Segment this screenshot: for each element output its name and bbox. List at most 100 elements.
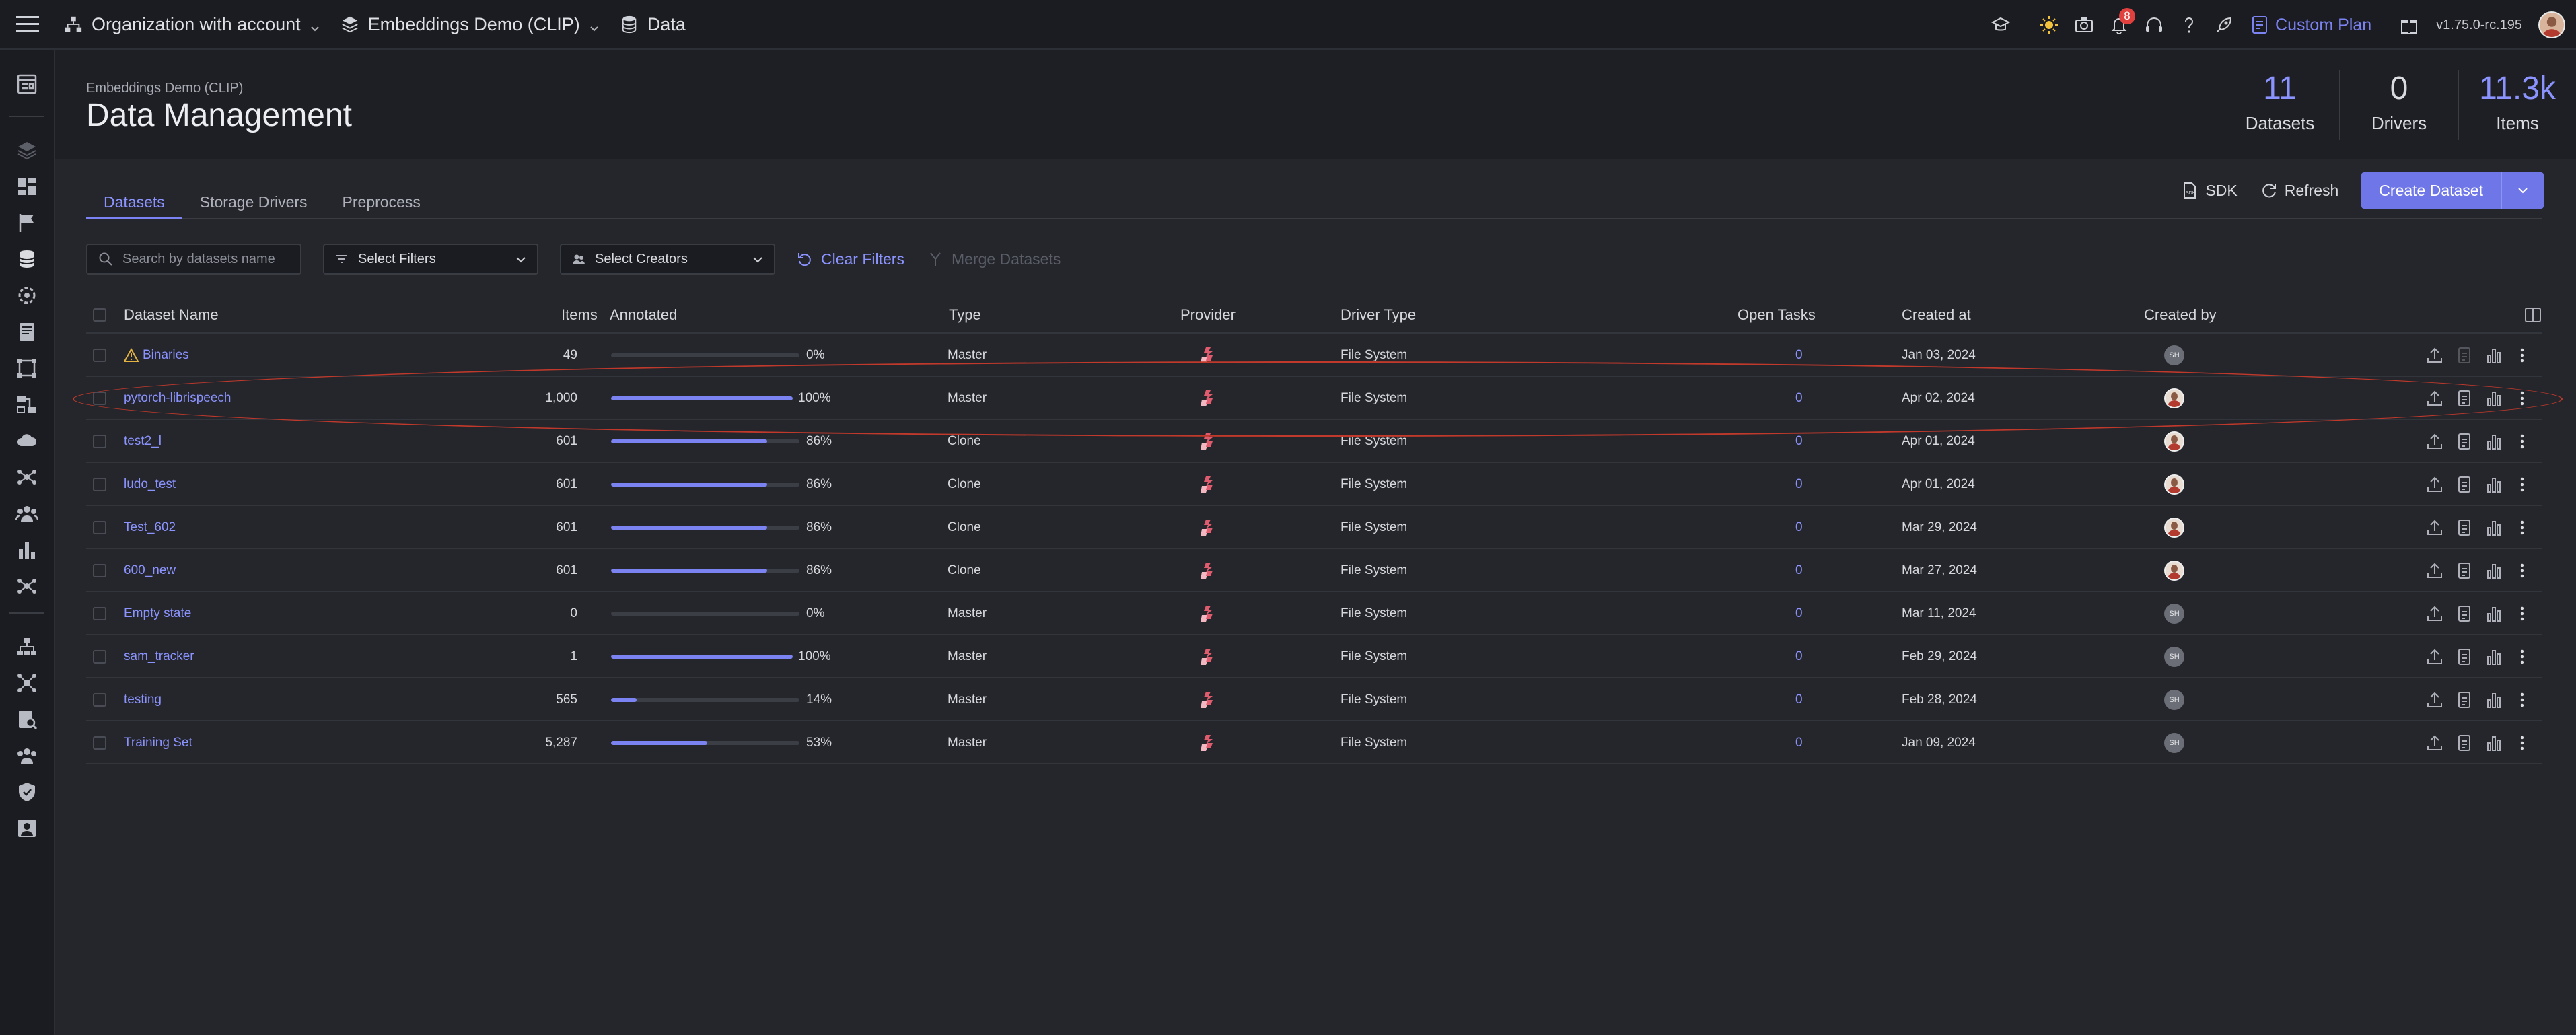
dataset-name-link[interactable]: 600_new xyxy=(124,549,176,592)
nav-search-docs-icon[interactable] xyxy=(0,701,54,738)
export-icon[interactable] xyxy=(2455,389,2474,408)
dataset-name-link[interactable]: testing xyxy=(124,678,162,721)
dataset-name-link[interactable]: ludo_test xyxy=(124,463,176,506)
upload-icon[interactable] xyxy=(2425,604,2444,623)
analytics-icon[interactable] xyxy=(2484,389,2503,408)
export-icon[interactable] xyxy=(2455,561,2474,580)
gift-icon[interactable] xyxy=(2392,0,2427,50)
nav-cloud-icon[interactable] xyxy=(0,423,54,459)
tab-datasets[interactable]: Datasets xyxy=(86,187,182,219)
row-checkbox[interactable] xyxy=(93,564,106,577)
dataset-name-link[interactable]: Test_602 xyxy=(124,506,176,549)
nav-teams-icon[interactable] xyxy=(0,738,54,774)
table-row[interactable]: Empty state 0 0% Master File System 0 Mar 11, … xyxy=(86,592,2542,635)
breadcrumb-organization[interactable]: Organization with account xyxy=(63,0,340,49)
columns-toggle-icon[interactable] xyxy=(2524,306,2542,324)
analytics-icon[interactable] xyxy=(2484,346,2503,365)
open-tasks-link[interactable]: 0 xyxy=(1795,549,1803,592)
analytics-icon[interactable] xyxy=(2484,518,2503,537)
search-input[interactable] xyxy=(122,251,291,267)
nav-org-icon[interactable] xyxy=(0,629,54,665)
clear-filters-button[interactable]: Clear Filters xyxy=(797,250,904,269)
more-options-icon[interactable] xyxy=(2513,389,2532,408)
export-icon[interactable] xyxy=(2455,475,2474,494)
nav-notebook-icon[interactable] xyxy=(0,314,54,350)
table-row[interactable]: 600_new 601 86% Clone File System 0 Mar 27, 20… xyxy=(86,549,2542,592)
nav-data-icon[interactable] xyxy=(0,241,54,277)
nav-network-icon[interactable] xyxy=(0,568,54,604)
nav-layers-icon[interactable] xyxy=(0,132,54,168)
select-creators-dropdown[interactable]: Select Creators xyxy=(560,244,775,275)
custom-plan-link[interactable]: Custom Plan xyxy=(2251,15,2371,35)
col-type[interactable]: Type xyxy=(949,296,981,334)
row-checkbox[interactable] xyxy=(93,607,106,620)
academy-icon[interactable] xyxy=(1983,0,2018,50)
table-row[interactable]: Training Set 5,287 53% Master File System 0 Ja… xyxy=(86,721,2542,764)
upload-icon[interactable] xyxy=(2425,389,2444,408)
export-icon[interactable] xyxy=(2455,518,2474,537)
open-tasks-link[interactable]: 0 xyxy=(1795,377,1803,420)
col-provider[interactable]: Provider xyxy=(1180,296,1236,334)
open-tasks-link[interactable]: 0 xyxy=(1795,678,1803,721)
analytics-icon[interactable] xyxy=(2484,690,2503,709)
col-dataset-name[interactable]: Dataset Name xyxy=(124,296,219,334)
dataset-name-link[interactable]: pytorch-librispeech xyxy=(124,377,231,420)
nav-account-icon[interactable] xyxy=(0,810,54,847)
table-row[interactable]: ludo_test 601 86% Clone File System 0 Apr 01, … xyxy=(86,463,2542,506)
table-row[interactable]: test2_l 601 86% Clone File System 0 Apr 01, 20… xyxy=(86,420,2542,463)
table-row[interactable]: pytorch-librispeech 1,000 100% Master File S… xyxy=(86,377,2542,420)
rocket-icon[interactable] xyxy=(2207,0,2242,50)
tab-storage-drivers[interactable]: Storage Drivers xyxy=(182,187,325,219)
row-checkbox[interactable] xyxy=(93,693,106,707)
table-row[interactable]: Binaries 49 0% Master File System 0 Jan 03, 20… xyxy=(86,334,2542,377)
create-dataset-label[interactable]: Create Dataset xyxy=(2361,172,2502,209)
create-dataset-button[interactable]: Create Dataset xyxy=(2361,172,2544,209)
row-checkbox[interactable] xyxy=(93,736,106,750)
nav-annotation-icon[interactable] xyxy=(0,350,54,386)
more-options-icon[interactable] xyxy=(2513,518,2532,537)
select-filters-dropdown[interactable]: Select Filters xyxy=(323,244,538,275)
more-options-icon[interactable] xyxy=(2513,561,2532,580)
upload-icon[interactable] xyxy=(2425,734,2444,752)
row-checkbox[interactable] xyxy=(93,478,106,491)
open-tasks-link[interactable]: 0 xyxy=(1795,592,1803,635)
open-tasks-link[interactable]: 0 xyxy=(1795,463,1803,506)
more-options-icon[interactable] xyxy=(2513,432,2532,451)
nav-pipelines-icon[interactable] xyxy=(0,386,54,423)
upload-icon[interactable] xyxy=(2425,432,2444,451)
row-checkbox[interactable] xyxy=(93,435,106,448)
dataset-name-link[interactable]: Empty state xyxy=(124,592,191,635)
nav-overview-icon[interactable] xyxy=(0,66,54,102)
table-row[interactable]: Test_602 601 86% Clone File System 0 Mar 29, 2… xyxy=(86,506,2542,549)
open-tasks-link[interactable]: 0 xyxy=(1795,334,1803,377)
more-options-icon[interactable] xyxy=(2513,647,2532,666)
upload-icon[interactable] xyxy=(2425,346,2444,365)
chevron-down-icon[interactable] xyxy=(2502,183,2544,198)
dataset-name-link[interactable]: Binaries xyxy=(124,334,189,377)
analytics-icon[interactable] xyxy=(2484,475,2503,494)
upload-icon[interactable] xyxy=(2425,518,2444,537)
search-box[interactable] xyxy=(86,244,301,275)
nav-members-icon[interactable] xyxy=(0,495,54,532)
sun-icon[interactable] xyxy=(2032,0,2067,50)
row-checkbox[interactable] xyxy=(93,521,106,534)
export-icon[interactable] xyxy=(2455,690,2474,709)
col-open-tasks[interactable]: Open Tasks xyxy=(1738,296,1816,334)
more-options-icon[interactable] xyxy=(2513,734,2532,752)
refresh-button[interactable]: Refresh xyxy=(2260,182,2338,200)
upload-icon[interactable] xyxy=(2425,475,2444,494)
export-icon[interactable] xyxy=(2455,346,2474,365)
analytics-icon[interactable] xyxy=(2484,561,2503,580)
upload-icon[interactable] xyxy=(2425,647,2444,666)
user-avatar[interactable] xyxy=(2538,11,2565,38)
col-annotated[interactable]: Annotated xyxy=(610,296,677,334)
export-icon[interactable] xyxy=(2455,647,2474,666)
merge-datasets-button[interactable]: Merge Datasets xyxy=(927,250,1061,269)
more-options-icon[interactable] xyxy=(2513,604,2532,623)
dataset-name-link[interactable]: sam_tracker xyxy=(124,635,194,678)
col-items[interactable]: Items xyxy=(561,296,598,334)
nav-integrations-icon[interactable] xyxy=(0,665,54,701)
open-tasks-link[interactable]: 0 xyxy=(1795,506,1803,549)
row-checkbox[interactable] xyxy=(93,349,106,362)
analytics-icon[interactable] xyxy=(2484,432,2503,451)
